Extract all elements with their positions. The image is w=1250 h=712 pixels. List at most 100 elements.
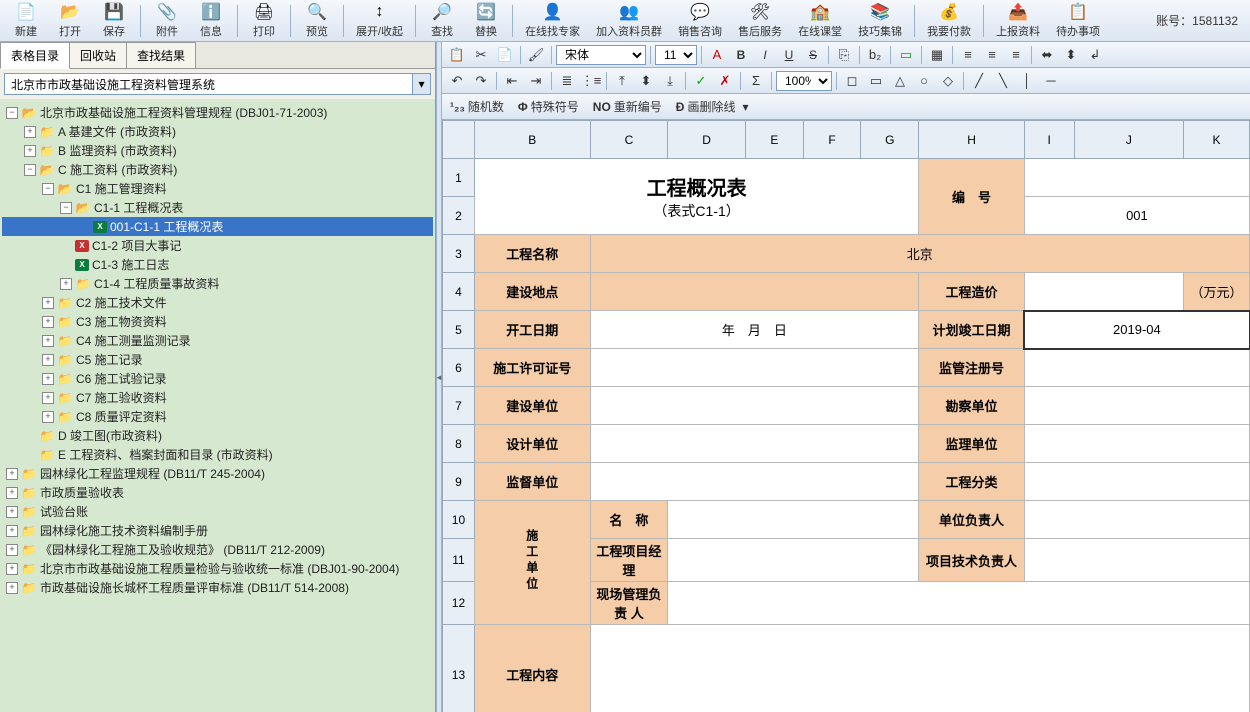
underline-icon[interactable]: U xyxy=(778,45,800,65)
toolbar-展开/收起[interactable]: ↕展开/收起 xyxy=(348,0,411,41)
tree-node[interactable]: XC1-2 项目大事记 xyxy=(2,236,433,255)
label-cell[interactable]: 计划竣工日期 xyxy=(919,311,1025,349)
toolbar-信息[interactable]: ℹ️信息 xyxy=(189,0,233,41)
wrap-icon[interactable]: ↲ xyxy=(1084,45,1106,65)
col-header[interactable]: I xyxy=(1024,121,1074,159)
collapse-icon[interactable]: − xyxy=(60,202,72,214)
expand-icon[interactable]: + xyxy=(42,411,54,423)
italic-icon[interactable]: I xyxy=(754,45,776,65)
data-cell[interactable] xyxy=(1024,539,1249,582)
line3-icon[interactable]: │ xyxy=(1016,71,1038,91)
font-size-select[interactable]: 11 xyxy=(655,45,697,65)
collapse-icon[interactable]: − xyxy=(42,183,54,195)
system-selector-input[interactable] xyxy=(5,74,412,94)
copy-icon[interactable]: 📋 xyxy=(446,45,468,65)
row-header[interactable]: 1 xyxy=(443,159,475,197)
label-cell[interactable]: 监督单位 xyxy=(474,463,590,501)
font-select[interactable]: 宋体 xyxy=(556,45,646,65)
col-header[interactable]: K xyxy=(1184,121,1250,159)
valign-bot-icon[interactable]: ⤓ xyxy=(659,71,681,91)
merge-icon[interactable]: ⬌ xyxy=(1036,45,1058,65)
fill-icon[interactable]: ▭ xyxy=(895,45,917,65)
toolbar-预览[interactable]: 🔍预览 xyxy=(295,0,339,41)
data-cell[interactable] xyxy=(1024,425,1249,463)
toolbar-我要付款[interactable]: 💰我要付款 xyxy=(919,0,979,41)
col-header[interactable]: C xyxy=(590,121,668,159)
tree-node[interactable]: −📂C1 施工管理资料 xyxy=(2,179,433,198)
toolbar-查找[interactable]: 🔎查找 xyxy=(420,0,464,41)
col-header[interactable]: H xyxy=(919,121,1025,159)
cut-icon[interactable]: ✂ xyxy=(470,45,492,65)
shape4-icon[interactable]: ○ xyxy=(913,71,935,91)
expand-icon[interactable]: + xyxy=(24,126,36,138)
font-color-icon[interactable]: A xyxy=(706,45,728,65)
tree-node[interactable]: +📁《园林绿化工程施工及验收规范》 (DB11/T 212-2009) xyxy=(2,540,433,559)
row-header[interactable]: 13 xyxy=(443,625,475,712)
expand-icon[interactable]: + xyxy=(42,354,54,366)
row-header[interactable]: 8 xyxy=(443,425,475,463)
tree-node[interactable]: +📁C4 施工测量监测记录 xyxy=(2,331,433,350)
align-center-icon[interactable]: ≡ xyxy=(981,45,1003,65)
expand-icon[interactable]: + xyxy=(6,525,18,537)
row-header[interactable]: 9 xyxy=(443,463,475,501)
toolbar-附件[interactable]: 📎附件 xyxy=(145,0,189,41)
label-cell[interactable]: 监管注册号 xyxy=(919,349,1025,387)
tree-node[interactable]: +📁C2 施工技术文件 xyxy=(2,293,433,312)
toolbar-打开[interactable]: 📂打开 xyxy=(48,0,92,41)
indent-icon[interactable]: ⇤ xyxy=(501,71,523,91)
expand-icon[interactable]: + xyxy=(6,506,18,518)
subscript-icon[interactable]: b₂ xyxy=(864,45,886,65)
line2-icon[interactable]: ╲ xyxy=(992,71,1014,91)
spreadsheet[interactable]: B C D E F G H I J K 1 工程概况表 （表式C1-1） xyxy=(442,120,1250,712)
label-cell[interactable]: 名 称 xyxy=(590,501,668,539)
tree-node[interactable]: −📂C1-1 工程概况表 xyxy=(2,198,433,217)
tree-node[interactable]: −📂北京市政基础设施工程资料管理规程 (DBJ01-71-2003) xyxy=(2,103,433,122)
expand-icon[interactable] xyxy=(24,430,36,442)
tree-node[interactable]: +📁C7 施工验收资料 xyxy=(2,388,433,407)
toolbar-待办事项[interactable]: 📋待办事项 xyxy=(1048,0,1108,41)
label-cell[interactable]: 施工许可证号 xyxy=(474,349,590,387)
toolbar-在线课堂[interactable]: 🏫在线课堂 xyxy=(790,0,850,41)
tree-node[interactable]: 📁E 工程资料、档案封面和目录 (市政资料) xyxy=(2,445,433,464)
tree-node[interactable]: +📁C6 施工试验记录 xyxy=(2,369,433,388)
ref-icon[interactable]: ⎘ xyxy=(833,45,855,65)
toolbar-上报资料[interactable]: 📤上报资料 xyxy=(988,0,1048,41)
tree-node[interactable]: +📁A 基建文件 (市政资料) xyxy=(2,122,433,141)
label-cell[interactable]: 建设单位 xyxy=(474,387,590,425)
row-header[interactable]: 5 xyxy=(443,311,475,349)
tree-node[interactable]: XC1-3 施工日志 xyxy=(2,255,433,274)
shape5-icon[interactable]: ◇ xyxy=(937,71,959,91)
shape1-icon[interactable]: ◻ xyxy=(841,71,863,91)
data-cell[interactable]: 001 xyxy=(1024,197,1249,235)
data-cell[interactable]: 北京 xyxy=(590,235,1249,273)
expand-icon[interactable] xyxy=(60,259,72,271)
tab-search-results[interactable]: 查找结果 xyxy=(126,42,196,68)
tab-recycle[interactable]: 回收站 xyxy=(69,42,127,68)
tree-view[interactable]: −📂北京市政基础设施工程资料管理规程 (DBJ01-71-2003)+📁A 基建… xyxy=(0,99,435,712)
toolbar-在线找专家[interactable]: 👤在线找专家 xyxy=(517,0,588,41)
col-header[interactable]: F xyxy=(803,121,861,159)
row-header[interactable]: 6 xyxy=(443,349,475,387)
col-header[interactable]: G xyxy=(861,121,919,159)
label-cell[interactable]: 建设地点 xyxy=(474,273,590,311)
expand-icon[interactable]: + xyxy=(42,392,54,404)
toolbar-销售咨询[interactable]: 💬销售咨询 xyxy=(670,0,730,41)
data-cell[interactable] xyxy=(1024,159,1249,197)
col-header[interactable]: D xyxy=(668,121,746,159)
label-cell[interactable]: 工程内容 xyxy=(474,625,590,712)
undo-icon[interactable]: ↶ xyxy=(446,71,468,91)
shape2-icon[interactable]: ▭ xyxy=(865,71,887,91)
tree-node[interactable]: X001-C1-1 工程概况表 xyxy=(2,217,433,236)
data-cell[interactable] xyxy=(590,349,919,387)
expand-icon[interactable]: + xyxy=(6,544,18,556)
label-cell[interactable]: 单位负责人 xyxy=(919,501,1025,539)
check-icon[interactable]: ✓ xyxy=(690,71,712,91)
tree-node[interactable]: +📁市政质量验收表 xyxy=(2,483,433,502)
label-cell[interactable]: （万元） xyxy=(1184,273,1250,311)
toolbar-保存[interactable]: 💾保存 xyxy=(92,0,136,41)
label-cell[interactable]: 编 号 xyxy=(919,159,1025,235)
data-cell[interactable] xyxy=(1024,273,1183,311)
expand-icon[interactable]: + xyxy=(42,335,54,347)
sheet-area[interactable]: B C D E F G H I J K 1 工程概况表 （表式C1-1） xyxy=(442,120,1250,712)
toolbar-打印[interactable]: 🖨打印 xyxy=(242,0,286,41)
